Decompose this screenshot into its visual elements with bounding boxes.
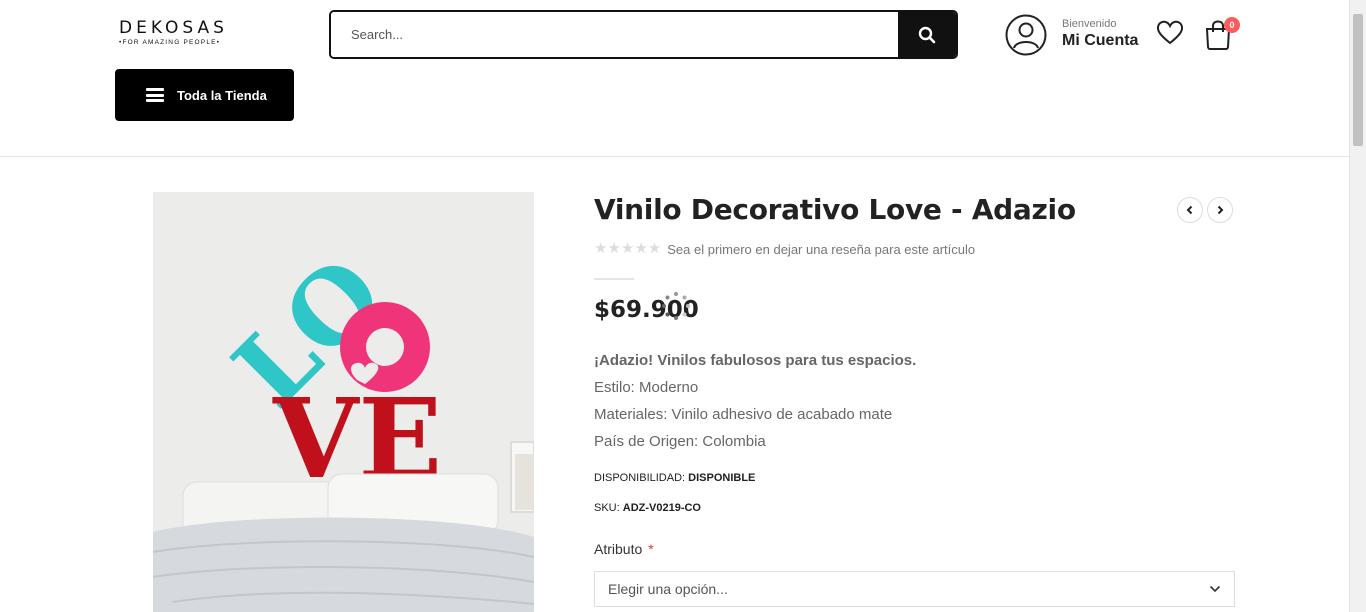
description-lead: ¡Adazio! Vinilos fabulosos para tus espa…	[594, 352, 917, 369]
availability-value: DISPONIBLE	[688, 472, 756, 484]
product-nav	[1177, 197, 1233, 223]
logo-tagline: •FOR AMAZING PEOPLE•	[119, 39, 221, 46]
sku-label: SKU:	[594, 502, 620, 514]
chevron-down-icon	[1209, 585, 1221, 593]
all-store-menu-button[interactable]: Toda la Tienda	[115, 69, 294, 121]
required-mark: *	[648, 541, 654, 557]
sku: SKU: ADZ-V0219-CO	[594, 502, 701, 514]
sku-value: ADZ-V0219-CO	[622, 502, 701, 514]
loading-spinner-icon	[662, 292, 690, 320]
attribute-selected-value: Elegir una opción...	[608, 581, 728, 597]
site-header: DEKOSAS •FOR AMAZING PEOPLE• Bienvenido …	[0, 0, 1349, 157]
divider	[594, 278, 634, 280]
prev-product-button[interactable]	[1177, 197, 1203, 223]
product-title: Vinilo Decorativo Love - Adazio	[594, 193, 1076, 226]
scrollbar-thumb[interactable]	[1353, 14, 1363, 146]
account-label: Mi Cuenta	[1062, 32, 1139, 49]
site-logo[interactable]: DEKOSAS •FOR AMAZING PEOPLE•	[119, 18, 233, 46]
product-rating: ★★★★★ Sea el primero en dejar una reseña…	[594, 241, 975, 257]
rating-stars: ★★★★★	[594, 240, 662, 257]
product-image[interactable]: LO VE	[153, 192, 534, 612]
search-bar	[329, 10, 958, 59]
search-input[interactable]	[331, 12, 898, 57]
account-link[interactable]: Bienvenido Mi Cuenta	[1062, 18, 1138, 50]
next-product-button[interactable]	[1207, 197, 1233, 223]
user-icon[interactable]	[1005, 14, 1047, 56]
description-line: País de Origen: Colombia	[594, 433, 766, 450]
write-review-link[interactable]: Sea el primero en dejar una reseña para …	[667, 242, 975, 257]
product-photo: LO VE	[153, 192, 534, 612]
product-description: ¡Adazio! Vinilos fabulosos para tus espa…	[594, 347, 916, 455]
attribute-label: Atributo *	[594, 541, 654, 557]
search-button[interactable]	[898, 12, 956, 57]
logo-name: DEKOSAS	[119, 18, 228, 38]
hamburger-icon	[146, 88, 164, 102]
chevron-left-icon	[1186, 205, 1193, 215]
page-scrollbar[interactable]	[1349, 0, 1366, 612]
availability: DISPONIBILIDAD: DISPONIBLE	[594, 472, 755, 484]
all-store-label: Toda la Tienda	[177, 87, 267, 103]
attribute-label-text: Atributo	[594, 541, 643, 557]
cart-count-badge: 0	[1224, 17, 1240, 33]
chevron-right-icon	[1217, 205, 1224, 215]
availability-label: DISPONIBILIDAD:	[594, 472, 686, 484]
account-greeting: Bienvenido	[1062, 18, 1117, 30]
heart-icon[interactable]	[1156, 20, 1184, 46]
description-line: Materiales: Vinilo adhesivo de acabado m…	[594, 406, 893, 423]
search-icon	[918, 26, 936, 43]
description-line: Estilo: Moderno	[594, 379, 699, 396]
attribute-select[interactable]: Elegir una opción...	[594, 571, 1235, 607]
